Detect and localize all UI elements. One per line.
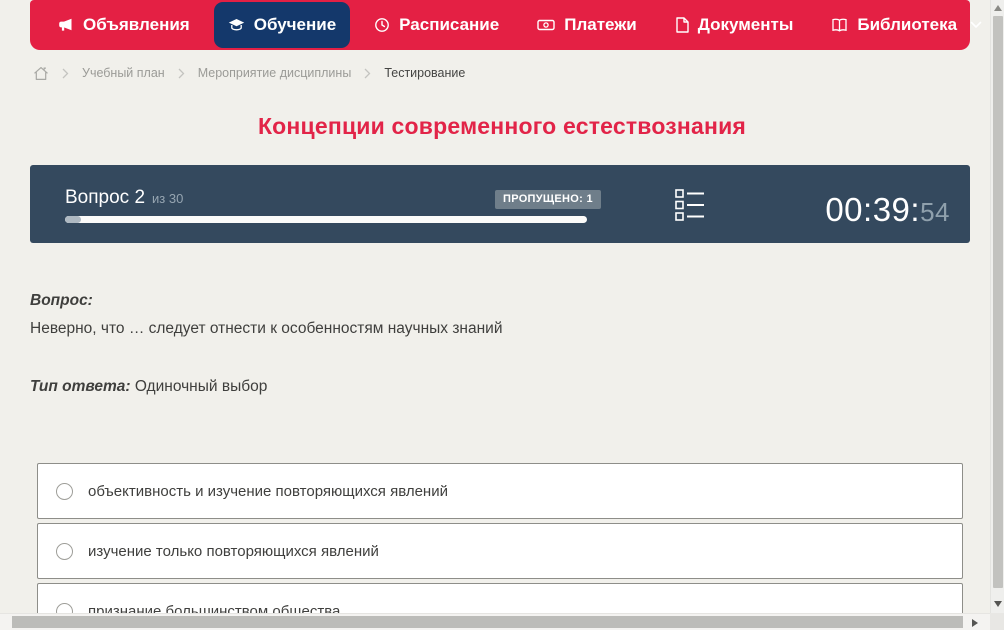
- question-total-label: из 30: [152, 191, 184, 206]
- page-title: Концепции современного естествознания: [257, 113, 747, 139]
- home-icon[interactable]: [33, 66, 49, 81]
- list-icon: [675, 189, 705, 225]
- test-page: Объявления Обучение Расписание Платежи Д…: [0, 0, 1004, 630]
- horizontal-scrollbar[interactable]: [0, 613, 990, 630]
- nav-item-label: Объявления: [83, 15, 190, 34]
- breadcrumb-link-discipline-event[interactable]: Мероприятие дисциплины: [198, 66, 352, 80]
- nav-item-label: Расписание: [399, 15, 500, 34]
- nav-item-library[interactable]: Библиотека: [817, 2, 996, 48]
- chevron-right-icon: [178, 68, 185, 79]
- answer-type: Тип ответа: Одиночный выбор: [30, 378, 267, 396]
- question-panel: Вопрос 2 из 30 ПРОПУЩЕНО: 1 00:39: 54: [30, 165, 970, 243]
- skipped-badge: ПРОПУЩЕНО: 1: [495, 190, 601, 209]
- graduation-cap-icon: [228, 17, 245, 33]
- nav-item-label: Платежи: [564, 15, 637, 34]
- scrollbar-corner: [990, 613, 1004, 630]
- nav-item-label: Документы: [697, 15, 794, 34]
- chevron-right-icon: [62, 68, 69, 79]
- nav-item-announcements[interactable]: Объявления: [44, 2, 204, 48]
- timer-hours-minutes: 00:39:: [825, 191, 921, 228]
- answer-option[interactable]: изучение только повторяющихся явлений: [37, 523, 963, 579]
- answer-type-value: Одиночный выбор: [134, 378, 268, 395]
- radio-button[interactable]: [56, 482, 73, 500]
- nav-item-label: Обучение: [253, 15, 337, 34]
- question-number-label: Вопрос 2: [65, 187, 146, 208]
- document-icon: [675, 17, 689, 33]
- nav-item-learning[interactable]: Обучение: [213, 2, 351, 48]
- question-label: Вопрос:: [30, 292, 93, 309]
- timer-seconds: 54: [920, 197, 950, 227]
- book-icon: [831, 17, 848, 33]
- answer-option-label: объективность и изучение повторяющихся я…: [88, 482, 448, 500]
- timer: 00:39: 54: [825, 191, 950, 229]
- progress-bar-fill: [65, 216, 81, 223]
- scroll-down-arrow[interactable]: [994, 601, 1002, 607]
- answer-option-label: изучение только повторяющихся явлений: [88, 542, 379, 560]
- question-list-button[interactable]: [675, 188, 705, 222]
- vertical-scrollbar[interactable]: [990, 0, 1004, 613]
- breadcrumb-link-study-plan[interactable]: Учебный план: [82, 66, 165, 80]
- radio-button[interactable]: [56, 542, 73, 560]
- horizontal-scrollbar-thumb[interactable]: [12, 616, 963, 628]
- main-navigation: Объявления Обучение Расписание Платежи Д…: [30, 0, 982, 50]
- nav-item-schedule[interactable]: Расписание: [360, 2, 513, 48]
- nav-item-label: Библиотека: [857, 15, 958, 34]
- question-text: Неверно, что … следует отнести к особенн…: [30, 320, 503, 337]
- megaphone-icon: [58, 17, 74, 33]
- chevron-down-icon: [970, 21, 982, 29]
- breadcrumb-current-testing: Тестирование: [384, 66, 466, 80]
- nav-item-payments[interactable]: Платежи: [523, 2, 651, 48]
- nav-item-documents[interactable]: Документы: [661, 2, 808, 48]
- scroll-right-arrow[interactable]: [972, 619, 978, 627]
- answer-type-label: Тип ответа:: [30, 378, 131, 395]
- chevron-right-icon: [364, 68, 371, 79]
- answer-option[interactable]: объективность и изучение повторяющихся я…: [37, 463, 963, 519]
- breadcrumb: Учебный план Мероприятие дисциплины Тест…: [33, 61, 465, 85]
- progress-bar: [65, 216, 587, 223]
- question-number: Вопрос 2 из 30: [65, 187, 183, 209]
- scroll-up-arrow[interactable]: [994, 5, 1002, 11]
- banknote-icon: [537, 17, 555, 33]
- vertical-scrollbar-thumb[interactable]: [993, 16, 1003, 588]
- clock-icon: [374, 17, 390, 33]
